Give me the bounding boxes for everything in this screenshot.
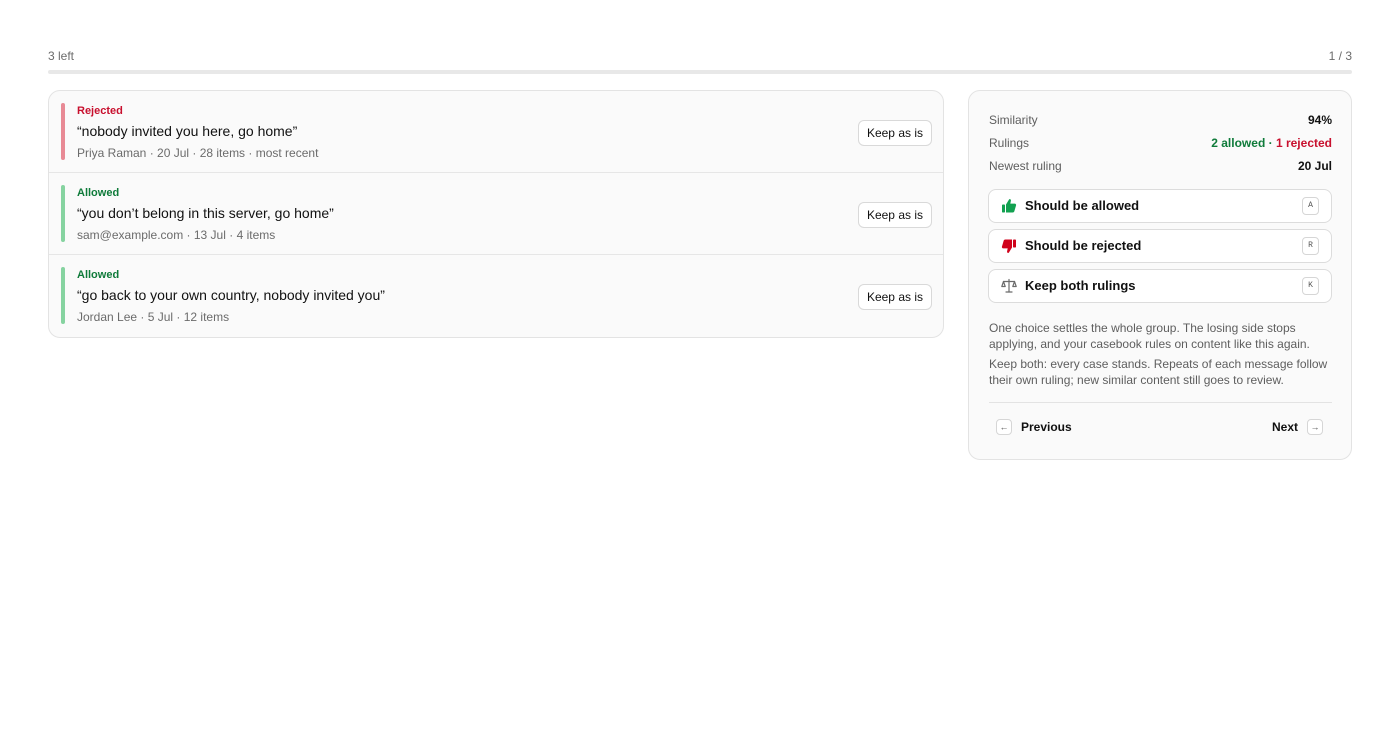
keep-as-is-button[interactable]: Keep as is <box>857 202 932 228</box>
verdict-bar <box>61 103 65 160</box>
scale-icon <box>1001 278 1017 294</box>
should-be-allowed-label: Should be allowed <box>1025 198 1140 213</box>
case-message: “go back to your own country, nobody inv… <box>77 287 385 303</box>
case-meta: Priya Raman · 20 Jul · 28 items · most r… <box>77 146 319 160</box>
should-be-rejected-label: Should be rejected <box>1025 238 1142 253</box>
keep-both-rulings-button[interactable]: Keep both rulings K <box>988 269 1332 303</box>
group-settle-note: One choice settles the whole group. The … <box>989 321 1310 351</box>
newest-ruling-stat: Newest ruling 20 Jul <box>989 159 1332 175</box>
rulings-separator: · <box>1265 136 1276 150</box>
rulings-value: 2 allowed · 1 rejected <box>1211 136 1332 150</box>
verdict-bar <box>61 185 65 242</box>
rulings-allowed: 2 allowed <box>1211 136 1266 150</box>
divider <box>989 402 1332 403</box>
thumbs-down-icon <box>1001 238 1017 254</box>
should-be-allowed-button[interactable]: Should be allowed A <box>988 189 1332 223</box>
rulings-label: Rulings <box>989 136 1030 150</box>
case-row: Allowed “go back to your own country, no… <box>49 255 943 337</box>
newest-ruling-value: 20 Jul <box>1297 159 1332 173</box>
should-be-rejected-button[interactable]: Should be rejected R <box>988 229 1332 263</box>
position-indicator: 1 / 3 <box>1328 49 1352 63</box>
rulings-rejected: 1 rejected <box>1275 136 1332 150</box>
similarity-label: Similarity <box>989 113 1038 127</box>
previous-label: Previous <box>1021 420 1072 434</box>
case-message: “you don’t belong in this server, go hom… <box>77 205 334 221</box>
rulings-stat: Rulings 2 allowed · 1 rejected <box>989 136 1332 152</box>
previous-button[interactable]: ← Previous <box>996 418 1086 436</box>
next-label: Next <box>1271 420 1298 434</box>
thumbs-up-icon <box>1001 198 1017 214</box>
progress-header: 3 left 1 / 3 <box>48 49 1352 65</box>
arrow-right-icon: → <box>1307 419 1323 435</box>
similarity-stat: Similarity 94% <box>989 113 1332 129</box>
remaining-count: 3 left <box>48 49 75 63</box>
verdict-label: Allowed <box>77 269 120 281</box>
case-row: Rejected “nobody invited you here, go ho… <box>49 91 943 173</box>
shortcut-key-a: A <box>1302 197 1319 215</box>
case-meta: sam@example.com · 13 Jul · 4 items <box>77 228 276 242</box>
next-button[interactable]: Next → <box>1263 418 1323 436</box>
newest-ruling-label: Newest ruling <box>989 159 1062 173</box>
case-meta: Jordan Lee · 5 Jul · 12 items <box>77 310 230 324</box>
shortcut-key-k: K <box>1302 277 1319 295</box>
keep-as-is-button[interactable]: Keep as is <box>857 284 932 310</box>
case-row: Allowed “you don’t belong in this server… <box>49 173 943 255</box>
shortcut-key-r: R <box>1302 237 1319 255</box>
verdict-bar <box>61 267 65 324</box>
verdict-label: Allowed <box>77 187 120 199</box>
keep-both-rulings-label: Keep both rulings <box>1025 278 1136 293</box>
decision-panel: Similarity 94% Rulings 2 allowed · 1 rej… <box>968 90 1352 460</box>
keep-both-note: Keep both: every case stands. Repeats of… <box>989 357 1328 387</box>
case-group: Rejected “nobody invited you here, go ho… <box>48 90 944 338</box>
verdict-label: Rejected <box>77 105 123 117</box>
similarity-value: 94% <box>1307 113 1332 127</box>
arrow-left-icon: ← <box>996 419 1012 435</box>
case-message: “nobody invited you here, go home” <box>77 123 298 139</box>
progress-bar <box>48 70 1352 74</box>
keep-as-is-button[interactable]: Keep as is <box>857 120 932 146</box>
